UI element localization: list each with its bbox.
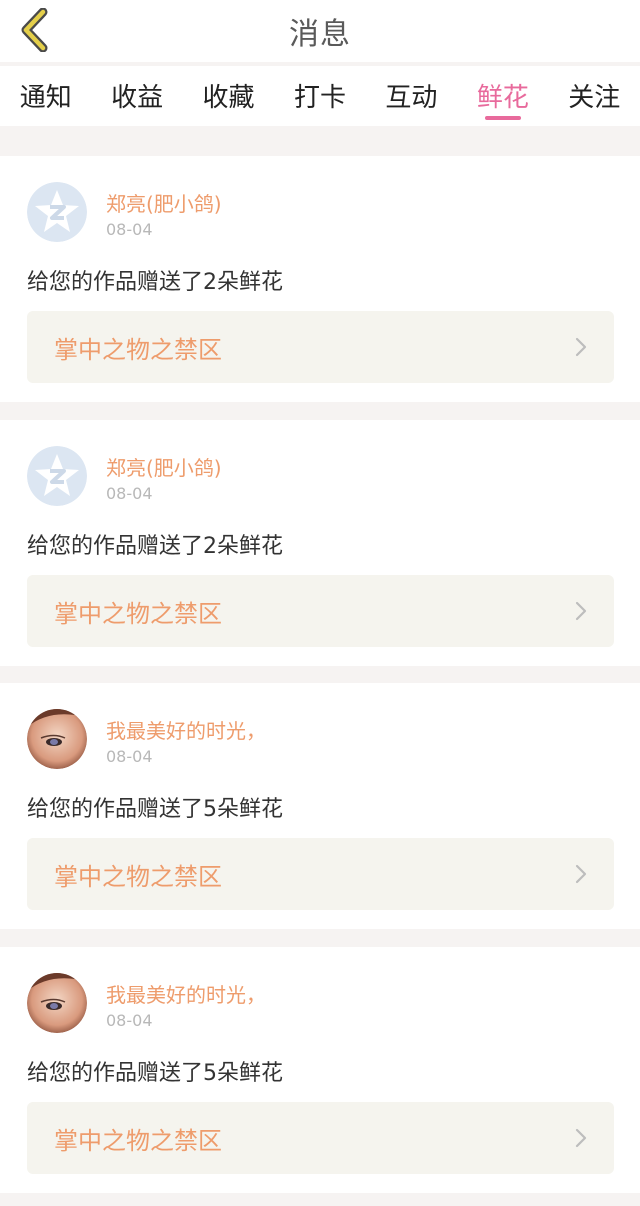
tab-flowers[interactable]: 鲜花 bbox=[457, 66, 548, 126]
qzone-avatar-icon[interactable] bbox=[27, 446, 87, 506]
work-link-button[interactable]: 掌中之物之禁区 bbox=[27, 838, 614, 910]
tab-earnings[interactable]: 收益 bbox=[91, 66, 182, 126]
tab-label: 关注 bbox=[568, 83, 621, 113]
chevron-right-icon bbox=[575, 337, 587, 357]
tab-favorites[interactable]: 收藏 bbox=[183, 66, 274, 126]
work-link-button[interactable]: 掌中之物之禁区 bbox=[27, 311, 614, 383]
work-link-button[interactable]: 掌中之物之禁区 bbox=[27, 575, 614, 647]
sender-name[interactable]: 郑亮(肥小鸽) bbox=[106, 452, 222, 481]
active-tab-indicator bbox=[484, 116, 521, 120]
tab-label: 收益 bbox=[111, 83, 164, 113]
message-date: 08-04 bbox=[106, 484, 153, 503]
chevron-right-icon bbox=[575, 601, 587, 621]
message-text: 给您的作品赠送了5朵鲜花 bbox=[27, 1061, 283, 1086]
tab-label: 收藏 bbox=[202, 83, 255, 113]
back-chevron-icon bbox=[21, 8, 48, 52]
work-title: 掌中之物之禁区 bbox=[54, 599, 222, 628]
work-title: 掌中之物之禁区 bbox=[54, 862, 222, 891]
tab-checkin[interactable]: 打卡 bbox=[274, 66, 365, 126]
back-button[interactable] bbox=[12, 6, 56, 54]
message-text: 给您的作品赠送了2朵鲜花 bbox=[27, 534, 283, 559]
tab-bar: 通知 收益 收藏 打卡 互动 鲜花 关注 bbox=[0, 66, 640, 126]
work-title: 掌中之物之禁区 bbox=[54, 1126, 222, 1155]
message-text: 给您的作品赠送了2朵鲜花 bbox=[27, 270, 283, 295]
message-card: 郑亮(肥小鸽) 08-04 给您的作品赠送了2朵鲜花 掌中之物之禁区 bbox=[0, 156, 640, 402]
app-header: 消息 bbox=[0, 0, 640, 62]
chevron-right-icon bbox=[575, 1128, 587, 1148]
user-photo-avatar-icon[interactable] bbox=[27, 709, 87, 769]
work-title: 掌中之物之禁区 bbox=[54, 335, 222, 364]
sender-name[interactable]: 郑亮(肥小鸽) bbox=[106, 188, 222, 217]
tab-label: 打卡 bbox=[293, 83, 346, 113]
message-card: 郑亮(肥小鸽) 08-04 给您的作品赠送了2朵鲜花 掌中之物之禁区 bbox=[0, 420, 640, 666]
message-card: 我最美好的时光， 08-04 给您的作品赠送了5朵鲜花 掌中之物之禁区 bbox=[0, 947, 640, 1193]
message-date: 08-04 bbox=[106, 747, 153, 766]
tab-label: 鲜花 bbox=[476, 83, 529, 113]
tab-label: 通知 bbox=[19, 83, 72, 113]
chevron-right-icon bbox=[575, 864, 587, 884]
sender-name[interactable]: 我最美好的时光， bbox=[106, 979, 266, 1008]
message-text: 给您的作品赠送了5朵鲜花 bbox=[27, 797, 283, 822]
message-date: 08-04 bbox=[106, 1011, 153, 1030]
tab-label: 互动 bbox=[385, 83, 438, 113]
message-card: 我最美好的时光， 08-04 给您的作品赠送了5朵鲜花 掌中之物之禁区 bbox=[0, 683, 640, 929]
tab-interaction[interactable]: 互动 bbox=[366, 66, 457, 126]
sender-name[interactable]: 我最美好的时光， bbox=[106, 715, 266, 744]
message-date: 08-04 bbox=[106, 220, 153, 239]
work-link-button[interactable]: 掌中之物之禁区 bbox=[27, 1102, 614, 1174]
qzone-avatar-icon[interactable] bbox=[27, 182, 87, 242]
page-title: 消息 bbox=[289, 17, 351, 52]
tab-following[interactable]: 关注 bbox=[549, 66, 640, 126]
user-photo-avatar-icon[interactable] bbox=[27, 973, 87, 1033]
tab-notice[interactable]: 通知 bbox=[0, 66, 91, 126]
